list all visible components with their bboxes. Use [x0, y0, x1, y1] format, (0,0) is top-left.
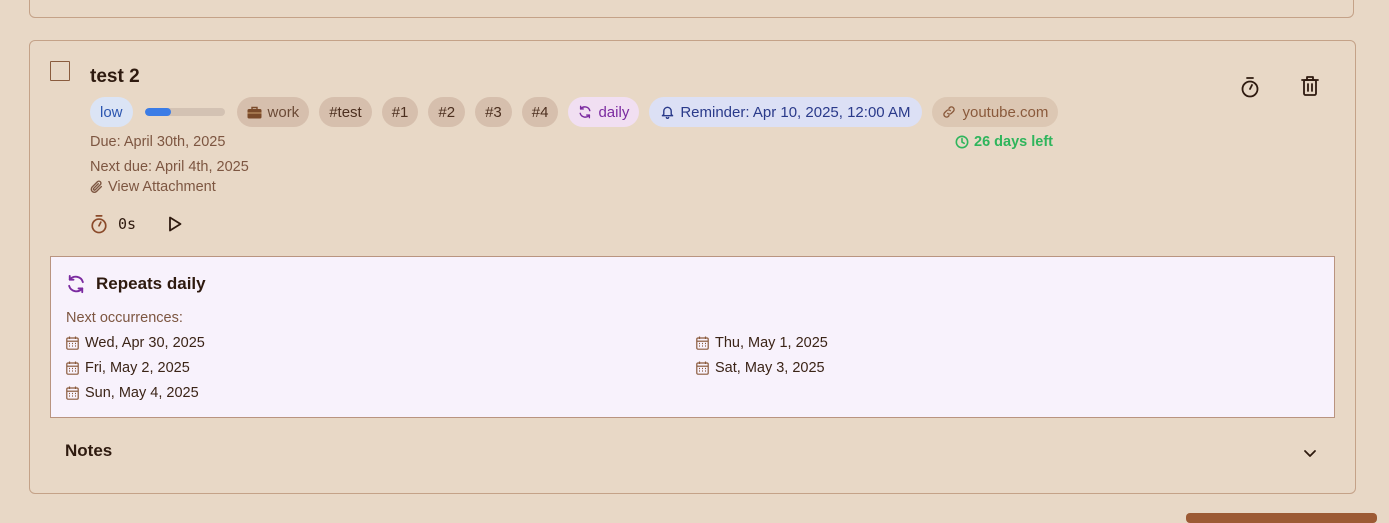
- occurrence-item: Fri, May 2, 2025: [66, 360, 190, 376]
- clock-icon: [955, 135, 969, 149]
- occurrence-date: Fri, May 2, 2025: [85, 360, 190, 376]
- due-date: Due: April 30th, 2025: [90, 134, 226, 150]
- previous-task-card: [29, 0, 1354, 18]
- repeat-heading: Repeats daily: [66, 274, 206, 294]
- task-title: test 2: [90, 66, 140, 87]
- calendar-icon: [696, 361, 709, 375]
- occurrence-date: Thu, May 1, 2025: [715, 335, 828, 351]
- repeat-title: Repeats daily: [96, 274, 206, 293]
- trash-icon: [1301, 76, 1319, 96]
- timer-button[interactable]: [1236, 73, 1264, 101]
- tag-badge[interactable]: #3: [475, 97, 512, 127]
- tag-badge[interactable]: #test: [319, 97, 372, 127]
- calendar-icon: [66, 386, 79, 400]
- next-occurrences-label: Next occurrences:: [66, 310, 183, 326]
- calendar-icon: [66, 361, 79, 375]
- task-complete-checkbox[interactable]: [50, 61, 70, 81]
- next-due-date: Next due: April 4th, 2025: [90, 159, 249, 175]
- recurrence-badge[interactable]: daily: [568, 97, 640, 127]
- bell-icon: [662, 106, 674, 119]
- paperclip-icon: [90, 180, 103, 193]
- chevron-down-icon: [1304, 450, 1316, 457]
- delete-button[interactable]: [1296, 72, 1324, 100]
- task-tags-row: low work #test #1 #2 #3 #4 daily Reminde…: [90, 96, 1059, 128]
- attachment-label: View Attachment: [108, 179, 216, 195]
- notes-expand-button[interactable]: [1300, 443, 1320, 463]
- link-badge[interactable]: youtube.com: [932, 97, 1059, 127]
- occurrence-item: Thu, May 1, 2025: [696, 335, 828, 351]
- time-tracker: 0s: [90, 211, 188, 237]
- briefcase-icon: [247, 106, 262, 118]
- occurrence-date: Sat, May 3, 2025: [715, 360, 825, 376]
- reminder-label: Reminder: Apr 10, 2025, 12:00 AM: [680, 103, 911, 121]
- view-attachment-link[interactable]: View Attachment: [90, 179, 216, 195]
- bottom-action-button[interactable]: [1186, 513, 1377, 523]
- priority-badge[interactable]: low: [90, 97, 133, 127]
- occurrence-date: Wed, Apr 30, 2025: [85, 335, 205, 351]
- play-icon: [169, 216, 182, 232]
- reminder-badge[interactable]: Reminder: Apr 10, 2025, 12:00 AM: [649, 97, 923, 127]
- occurrence-item: Sat, May 3, 2025: [696, 360, 825, 376]
- refresh-icon: [68, 274, 84, 294]
- task-card: test 2 low work #test #1 #2 #3 #4 daily …: [29, 40, 1356, 494]
- tag-badge[interactable]: #1: [381, 97, 419, 127]
- tag-badge[interactable]: #4: [521, 97, 559, 127]
- occurrence-item: Wed, Apr 30, 2025: [66, 335, 205, 351]
- occurrence-date: Sun, May 4, 2025: [85, 385, 199, 401]
- link-label: youtube.com: [962, 103, 1049, 121]
- tag-badge[interactable]: #2: [428, 97, 466, 127]
- days-left: 26 days left: [955, 134, 1053, 150]
- stopwatch-icon: [91, 215, 107, 234]
- progress-bar: [144, 108, 225, 116]
- refresh-icon: [579, 105, 591, 119]
- calendar-icon: [696, 336, 709, 350]
- occurrence-item: Sun, May 4, 2025: [66, 385, 199, 401]
- category-label: work: [267, 103, 300, 121]
- start-timer-button[interactable]: [162, 211, 188, 237]
- category-badge[interactable]: work: [236, 97, 310, 127]
- days-left-label: 26 days left: [974, 134, 1053, 150]
- notes-toggle[interactable]: Notes: [65, 441, 112, 461]
- repeat-panel: Repeats daily Next occurrences: Wed, Apr…: [50, 256, 1335, 418]
- stopwatch-icon: [1241, 77, 1259, 98]
- calendar-icon: [66, 336, 79, 350]
- timer-value: 0s: [118, 215, 137, 233]
- link-icon: [943, 106, 956, 118]
- progress-fill: [144, 108, 171, 116]
- recurrence-label: daily: [598, 103, 630, 121]
